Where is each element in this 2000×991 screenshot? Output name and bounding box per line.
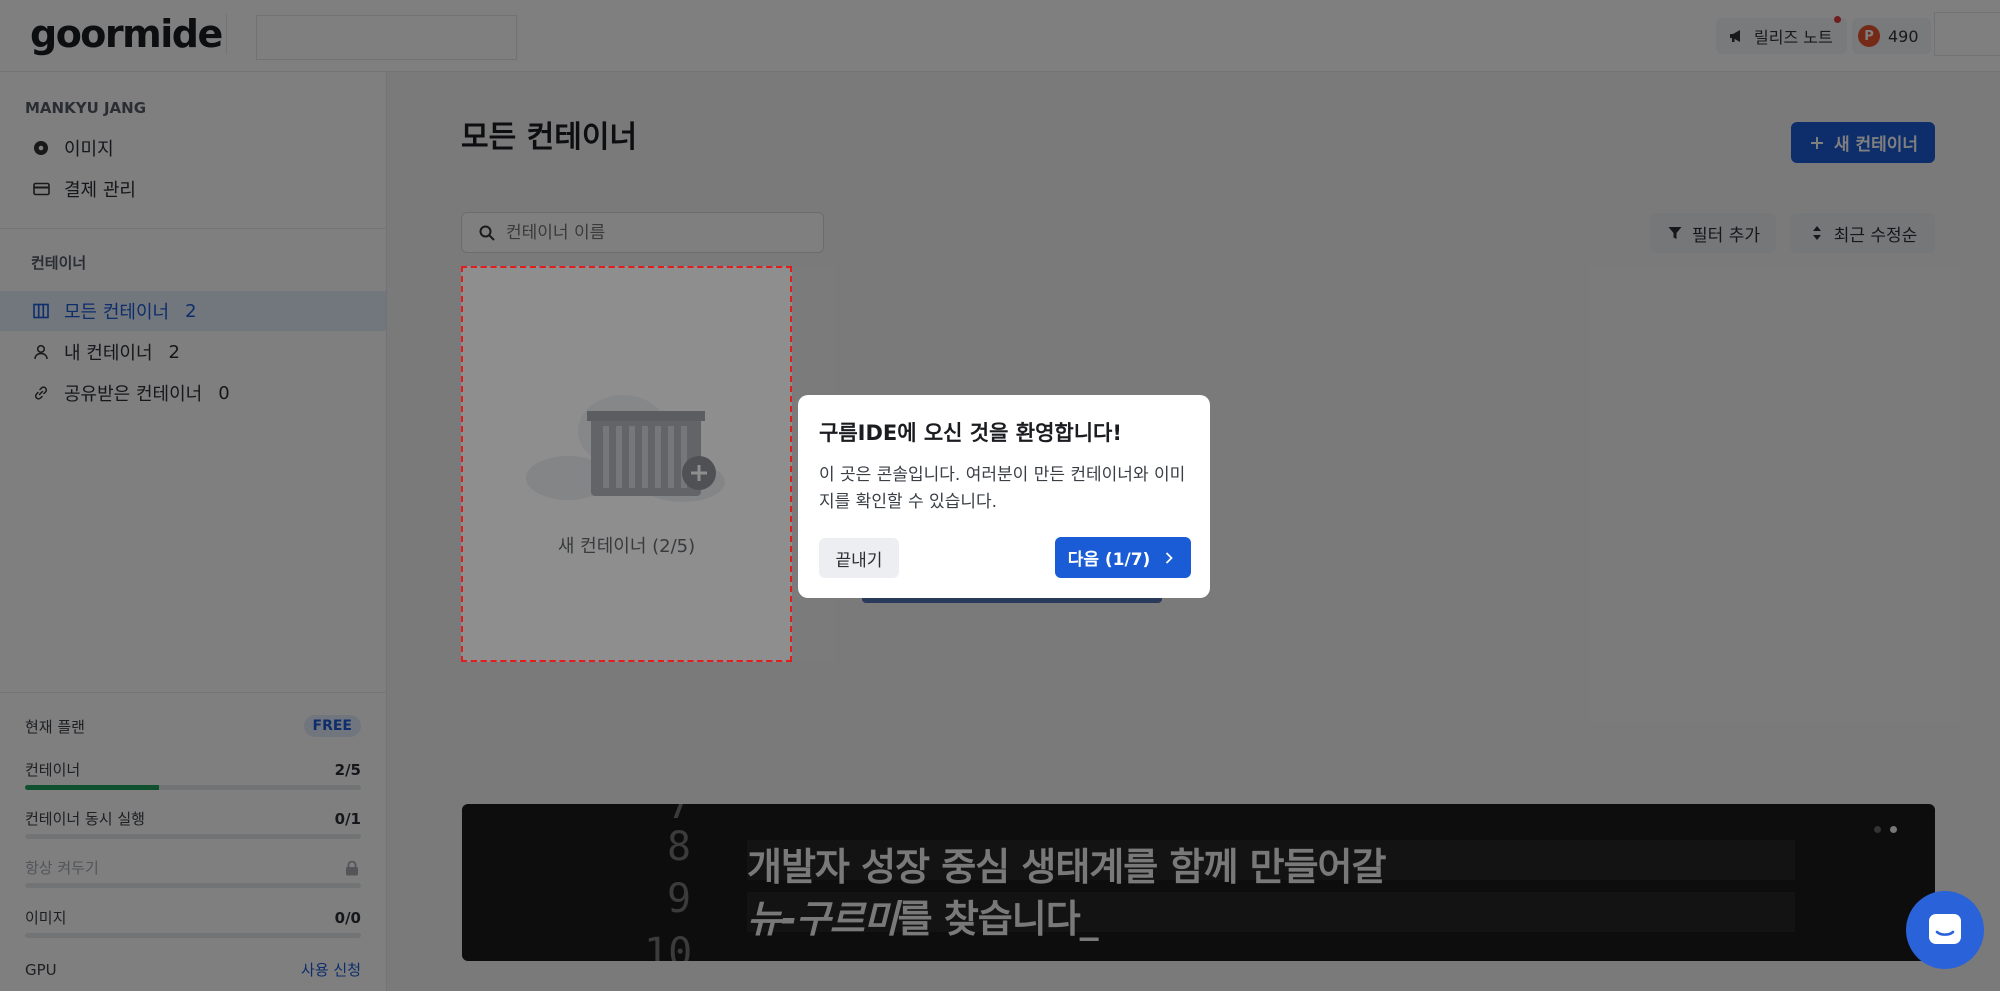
tooltip-body: 이 곳은 콘솔입니다. 여러분이 만든 컨테이너와 이미지를 확인할 수 있습니… (819, 465, 1186, 512)
tour-next-label: 다음 (1/7) (1067, 550, 1151, 570)
tour-end-button[interactable]: 끝내기 (819, 538, 899, 578)
chat-icon (1929, 914, 1961, 944)
tour-next-button[interactable]: 다음 (1/7) (1055, 537, 1191, 578)
chevron-right-icon (1160, 549, 1178, 567)
onboarding-tooltip: 구름IDE에 오신 것을 환영합니다! 이 곳은 콘솔입니다. 여러분이 만든 … (798, 395, 1210, 598)
tour-highlight-frame (461, 266, 792, 662)
chat-support-button[interactable] (1906, 891, 1984, 969)
tooltip-title: 구름IDE에 오신 것을 환영합니다! (819, 421, 1122, 445)
